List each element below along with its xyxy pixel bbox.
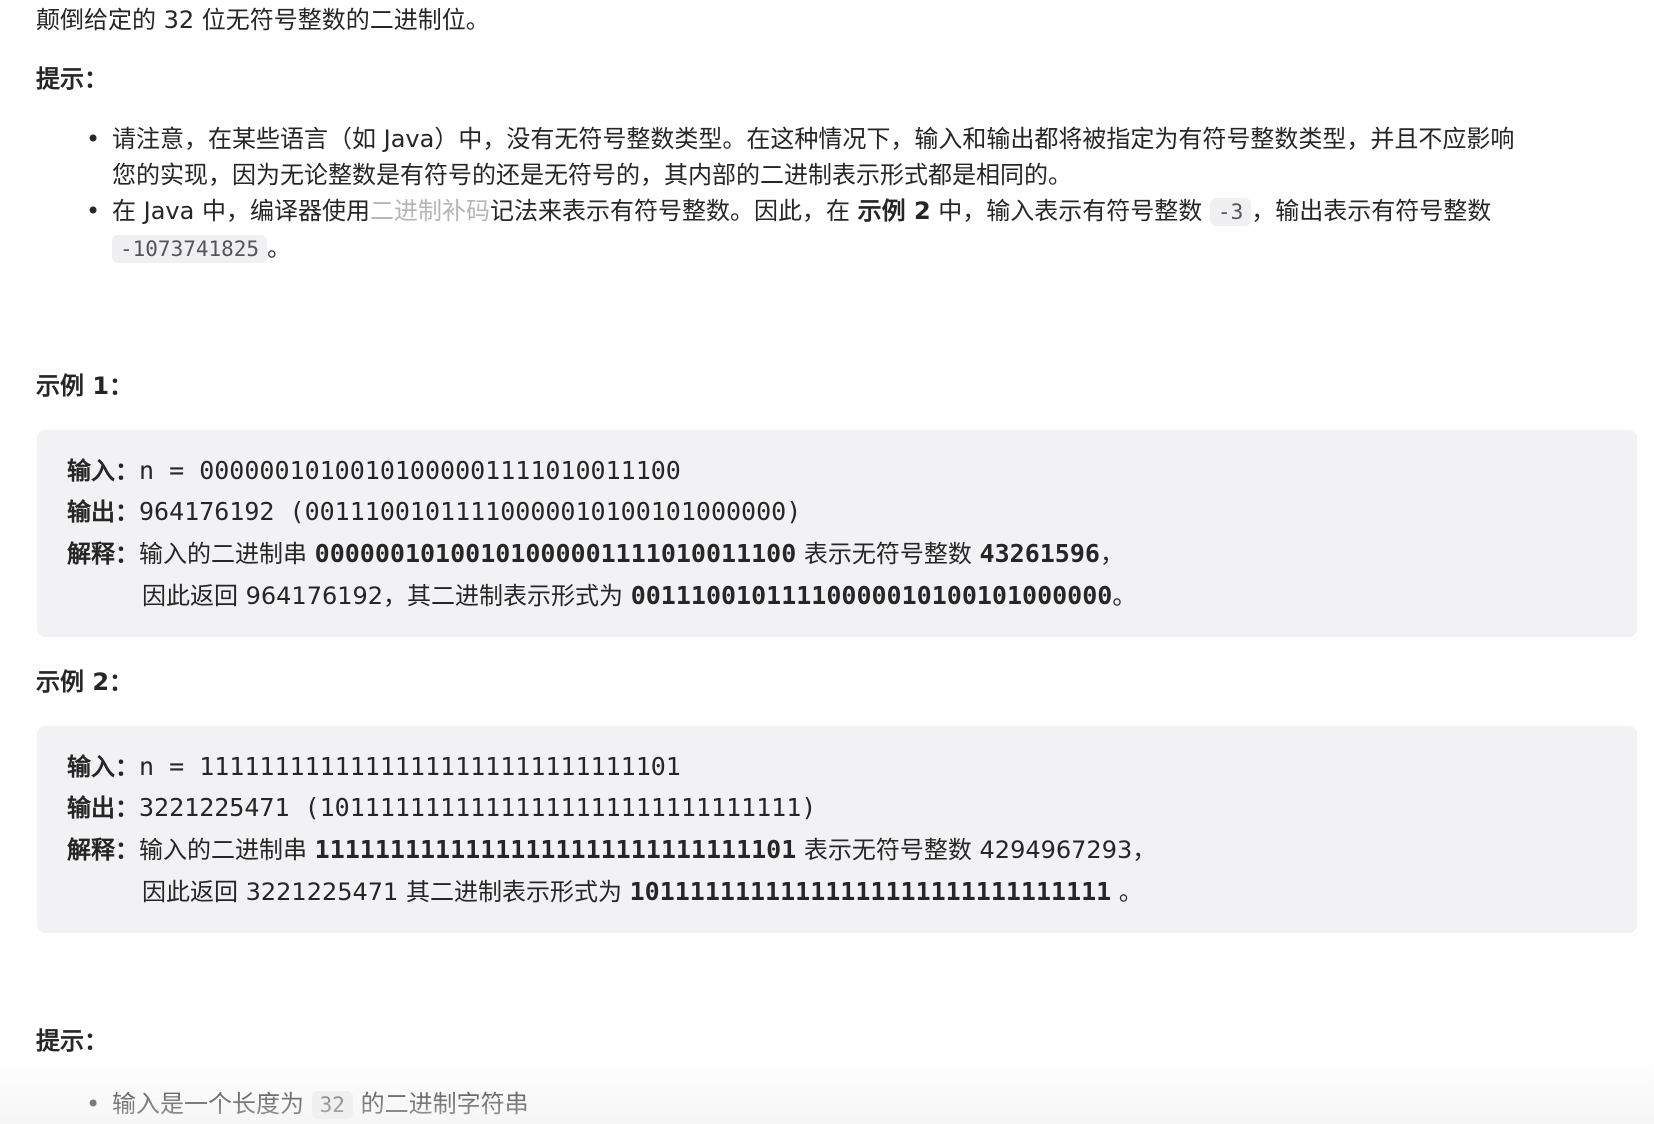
hint-item-java-cont: -1073741825。 [112,229,291,268]
example-2-output: 输出：3221225471 (1011111111111111111111111… [67,788,816,828]
hint-item-unsigned-cont: 您的实现，因为无论整数是有符号的还是无符号的，其内部的二进制表示形式都是相同的。 [112,156,1072,194]
example-1-input: 输入：n = 00000010100101000001111010011100 [67,451,681,491]
problem-intro: 颠倒给定的 32 位无符号整数的二进制位。 [36,6,490,34]
hint-heading: 提示： [36,65,108,93]
hint-text: 。 [267,234,292,262]
inline-code: -1073741825 [112,235,268,263]
explain-binary: 10111111111111111111111111111111 [629,877,1112,906]
explain-text: 输入的二进制串 [139,836,315,864]
hint-text-line2: 您的实现，因为无论整数是有符号的还是无符号的，其内部的二进制表示形式都是相同的。 [112,161,1072,189]
hint-text: 中，输入表示有符号整数 [930,197,1210,225]
twos-complement-link[interactable]: 二进制补码 [370,197,490,225]
example-reference: 示例 2 [857,197,931,225]
input-value: n = 11111111111111111111111111111101 [139,752,681,781]
input-value: n = 00000010100101000001111010011100 [139,456,681,485]
hint-item-java: • 在 Java 中，编译器使用二进制补码记法来表示有符号整数。因此，在 示例 … [86,192,1492,231]
problem-description: 颠倒给定的 32 位无符号整数的二进制位。 提示： • 请注意，在某些语言（如 … [0,0,1654,1124]
output-value: 3221225471 (1011111111111111111111111111… [139,793,817,822]
constraints-heading: 提示： [36,1027,108,1055]
output-value: 964176192 (00111001011110000010100101000… [139,497,802,526]
explain-binary: 00111001011110000010100101000000 [630,581,1113,610]
bullet-icon: • [86,1090,101,1118]
hint-text: 在 Java 中，编译器使用 [112,197,370,225]
inline-code: -3 [1209,198,1252,226]
hint-text: 记法来表示有符号整数。因此，在 [489,197,858,225]
constraint-text: 的二进制字符串 [352,1090,529,1118]
example-2-block: 输入：n = 11111111111111111111111111111101 … [37,726,1637,933]
explain-text: 输入的二进制串 [139,540,315,568]
hint-text: ，输出表示有符号整数 [1251,197,1492,225]
example-1-output: 输出：964176192 (00111001011110000010100101… [67,492,801,532]
bullet-icon: • [86,125,101,153]
explain-text: 因此返回 964176192，其二进制表示形式为 [142,582,631,610]
input-label: 输入： [67,753,139,781]
inline-code: 32 [311,1091,353,1119]
explain-text: 因此返回 3221225471 其二进制表示形式为 [142,878,630,906]
explain-text: 表示无符号整数 [796,540,980,568]
bullet-icon: • [86,197,101,225]
example-1-explain: 解释：输入的二进制串 00000010100101000001111010011… [67,534,1124,574]
hint-text-line1: 请注意，在某些语言（如 Java）中，没有无符号整数类型。在这种情况下，输入和输… [112,125,1515,153]
explain-text: ， [1099,540,1124,568]
example-2-explain-cont: 因此返回 3221225471 其二进制表示形式为 10111111111111… [67,872,1143,912]
explain-label: 解释： [67,836,139,864]
constraint-text: 输入是一个长度为 [112,1090,312,1118]
example-1-block: 输入：n = 00000010100101000001111010011100 … [37,430,1637,637]
explain-label: 解释： [67,540,139,568]
explain-text: 表示无符号整数 4294967293， [796,836,1157,864]
output-label: 输出： [67,498,139,526]
example-2-heading: 示例 2： [36,668,134,696]
example-1-explain-cont: 因此返回 964176192，其二进制表示形式为 001110010111100… [67,576,1136,616]
example-2-explain: 解释：输入的二进制串 11111111111111111111111111111… [67,830,1156,870]
hint-item-unsigned: • 请注意，在某些语言（如 Java）中，没有无符号整数类型。在这种情况下，输入… [86,120,1515,158]
example-2-input: 输入：n = 11111111111111111111111111111101 [67,747,681,787]
output-label: 输出： [67,794,139,822]
explain-binary: 00000010100101000001111010011100 [314,539,797,568]
explain-text: 。 [1112,582,1137,610]
explain-binary: 11111111111111111111111111111101 [314,835,797,864]
explain-text: 。 [1111,878,1143,906]
explain-number: 43261596 [979,539,1100,568]
example-1-heading: 示例 1： [36,372,134,400]
input-label: 输入： [67,457,139,485]
constraint-item: • 输入是一个长度为 32 的二进制字符串 [86,1085,529,1124]
